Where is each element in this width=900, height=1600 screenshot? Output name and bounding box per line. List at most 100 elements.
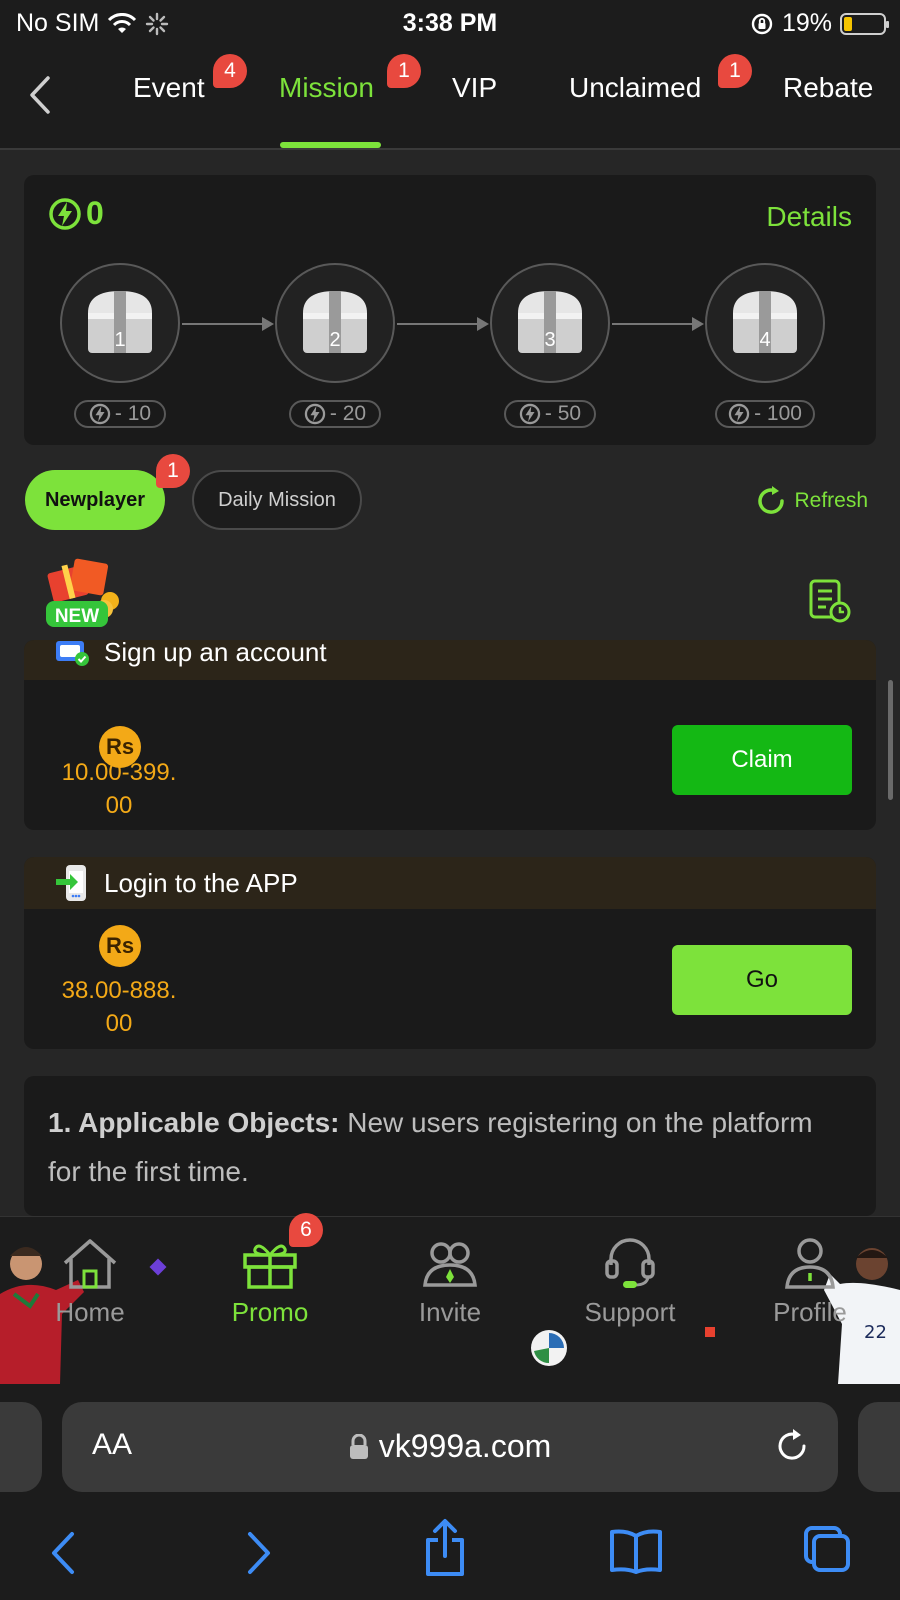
bottom-nav: 22 Home Promo 6 Invite Support Profile [0,1213,900,1384]
active-tab-indicator [280,142,381,148]
reward-amount: 38.00-888. 00 [44,974,194,1040]
back-arrow-icon[interactable] [44,1528,84,1578]
nav-home[interactable]: Home [25,1237,155,1328]
reward-amount: 10.00-399. 00 [44,756,194,822]
chest-number: 1 [114,329,126,351]
mission-card-login: Login to the APP Rs 38.00-888. 00 Go [24,857,876,1049]
url-display[interactable]: vk999a.com [62,1428,838,1465]
energy-value: 0 [86,195,104,231]
url-text: vk999a.com [378,1428,552,1464]
reward-amount-line2: 00 [105,1010,133,1037]
soccer-ball-icon [531,1330,567,1366]
home-icon [63,1239,117,1289]
chest-number: 4 [759,329,771,351]
tab-rebate-label: Rebate [783,72,874,103]
lightning-icon [49,197,81,230]
scrollbar[interactable] [888,680,893,800]
progress-arrow [612,317,704,331]
newplayer-filter-button[interactable]: Newplayer [25,470,165,530]
chest-cost-value: - 20 [329,402,367,425]
bookmarks-icon[interactable] [608,1528,664,1574]
tab-vip-label: VIP [452,72,498,103]
tab-rebate[interactable]: Rebate [783,72,873,104]
mission-header: Login to the APP [24,857,876,909]
rules-item-heading: 1. Applicable Objects: [48,1107,340,1138]
chest-cost-value: - 100 [754,402,802,425]
headset-icon [605,1238,655,1288]
claim-button[interactable]: Claim [672,725,852,795]
tab-event[interactable]: Event [133,72,205,104]
nav-profile[interactable]: Profile [745,1237,875,1328]
back-chevron-icon[interactable] [22,72,58,118]
browser-toolbar: AA vk999a.com [0,1384,900,1600]
previous-tab-preview[interactable] [0,1402,42,1492]
top-tabs: Event 4 Mission 1 VIP Unclaimed 1 Rebate [0,46,900,150]
nav-invite-label: Invite [418,1297,482,1327]
tab-unclaimed-label: Unclaimed [569,72,702,103]
id-card-icon [56,641,89,666]
daily-mission-filter-button[interactable]: Daily Mission [192,470,362,530]
tab-unclaimed-badge: 1 [718,54,752,88]
mission-progress-card: 0 Details 1 2 3 4 - 10 - 20 - 50 - 100 [24,175,876,445]
profile-icon [785,1238,835,1289]
lightning-icon [519,403,541,425]
share-icon[interactable] [420,1518,470,1578]
lock-icon [349,1433,368,1459]
tab-vip[interactable]: VIP [452,72,497,104]
refresh-label: Refresh [794,489,868,512]
chest-cost-value: - 50 [544,402,582,425]
next-tab-preview[interactable] [858,1402,900,1492]
nav-promo[interactable]: Promo [205,1237,335,1328]
refresh-icon [758,486,785,514]
nav-promo-label: Promo [231,1297,309,1327]
go-button[interactable]: Go [672,945,852,1015]
nav-support[interactable]: Support [565,1237,695,1328]
new-gift-label: NEW [54,606,100,627]
chest-cost-value: - 10 [114,402,152,425]
tab-mission-label: Mission [279,72,374,103]
lightning-icon [304,403,326,425]
chest-3[interactable]: 3 [490,263,610,383]
chest-4[interactable]: 4 [705,263,825,383]
newplayer-badge: 1 [156,454,190,488]
chest-1[interactable]: 1 [60,263,180,383]
tab-mission-badge: 1 [387,54,421,88]
progress-arrow [182,317,274,331]
new-gift-icon [46,558,119,627]
chest-number: 2 [329,329,341,351]
chest-2[interactable]: 2 [275,263,395,383]
reload-icon[interactable] [772,1426,812,1466]
nav-support-label: Support [584,1297,676,1327]
tab-event-badge: 4 [213,54,247,88]
daily-mission-label: Daily Mission [218,488,336,511]
mission-rules: 1. Applicable Objects: New users registe… [24,1076,876,1216]
details-link[interactable]: Details [766,201,852,233]
newplayer-label: Newplayer [44,488,146,511]
nav-invite[interactable]: Invite [385,1237,515,1328]
battery-fill [844,16,852,31]
chest-number: 3 [544,329,556,351]
reward-amount-line2: 00 [105,792,133,819]
address-bar[interactable]: AA vk999a.com [62,1402,838,1492]
mission-title: Sign up an account [104,640,327,667]
reward-amount-line1: 38.00-888. [61,977,177,1004]
tabs-overview-icon[interactable] [802,1524,852,1574]
orientation-lock-icon [751,13,773,34]
tab-mission[interactable]: Mission [279,72,374,104]
battery-percent: 19% [781,9,832,37]
energy-counter: 0 [48,195,104,232]
confetti-shape [705,1327,715,1337]
mission-header: Sign up an account [24,640,876,680]
tab-event-label: Event [133,72,205,103]
battery-icon [840,12,889,35]
refresh-button[interactable]: Refresh [754,484,868,518]
forward-arrow-icon[interactable] [238,1528,278,1578]
rupee-coin-icon: Rs [99,925,141,967]
mission-record-icon[interactable] [808,578,852,624]
chest-1-cost: - 10 [74,400,166,428]
tab-unclaimed[interactable]: Unclaimed [569,72,701,104]
progress-arrow [397,317,489,331]
nav-profile-label: Profile [773,1297,847,1327]
page: No SIM 3:38 PM 19% Event 4 Mission 1 VIP… [0,0,900,1600]
lightning-icon [89,403,111,425]
